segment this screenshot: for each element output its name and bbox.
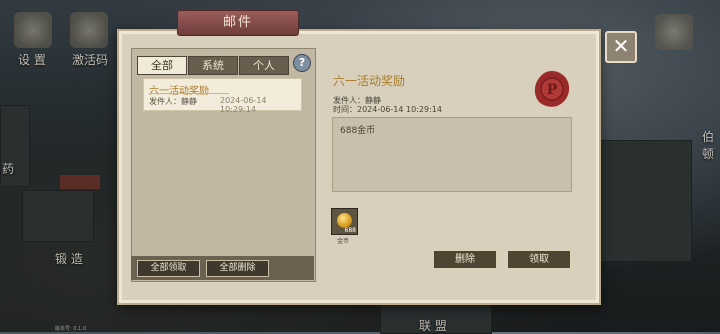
mail-item-time: 2024-06-14 10:29:14: [220, 96, 267, 114]
reward-item[interactable]: 688: [331, 208, 358, 235]
alliance-label[interactable]: 联 盟: [419, 317, 447, 334]
tab-all[interactable]: 全部: [137, 56, 187, 75]
mail-time: 时间：2024-06-14 10:29:14: [333, 105, 442, 114]
mail-item-underline: [149, 93, 229, 94]
forge-label[interactable]: 锻 造: [55, 250, 83, 267]
mail-item-sender: 发件人：静静: [149, 97, 197, 106]
gold-coin-icon: [337, 213, 352, 228]
close-button[interactable]: ✕: [605, 31, 637, 63]
settings-label: 设 置: [18, 53, 46, 67]
claim-all-button[interactable]: 全部领取: [137, 260, 200, 277]
right-building-label[interactable]: 伯顿: [702, 128, 720, 162]
dialog-title: 邮件: [177, 10, 299, 36]
tab-system[interactable]: 系统: [188, 56, 238, 75]
delete-button[interactable]: 删除: [433, 250, 497, 269]
claim-button[interactable]: 领取: [507, 250, 571, 269]
mail-item-title: 六一活动奖励: [149, 86, 209, 97]
activation-code-icon[interactable]: [70, 12, 108, 48]
pharmacy-label: 药: [2, 162, 15, 176]
version-text: 版本号: 0.1.0: [55, 326, 86, 332]
mail-content-text: 688金币: [340, 126, 376, 136]
delete-all-button[interactable]: 全部删除: [206, 260, 269, 277]
wax-seal-icon: P: [534, 71, 570, 107]
reward-count: 688: [344, 227, 356, 234]
tab-personal[interactable]: 个人: [239, 56, 289, 75]
background-building: [22, 190, 94, 242]
help-icon[interactable]: ?: [293, 54, 311, 72]
svg-text:P: P: [547, 82, 558, 98]
background-building: [600, 140, 692, 262]
mail-content-box: 688金币: [332, 117, 572, 192]
activation-code-label: 激活码: [72, 53, 109, 67]
exchange-icon[interactable]: [655, 14, 693, 50]
reward-name: 金币: [337, 238, 350, 245]
background-roof: [60, 175, 100, 189]
list-item[interactable]: 六一活动奖励 发件人：静静 2024-06-14 10:29:14: [143, 78, 302, 114]
settings-icon[interactable]: [14, 12, 52, 48]
mail-title: 六一活动奖励: [333, 74, 406, 88]
